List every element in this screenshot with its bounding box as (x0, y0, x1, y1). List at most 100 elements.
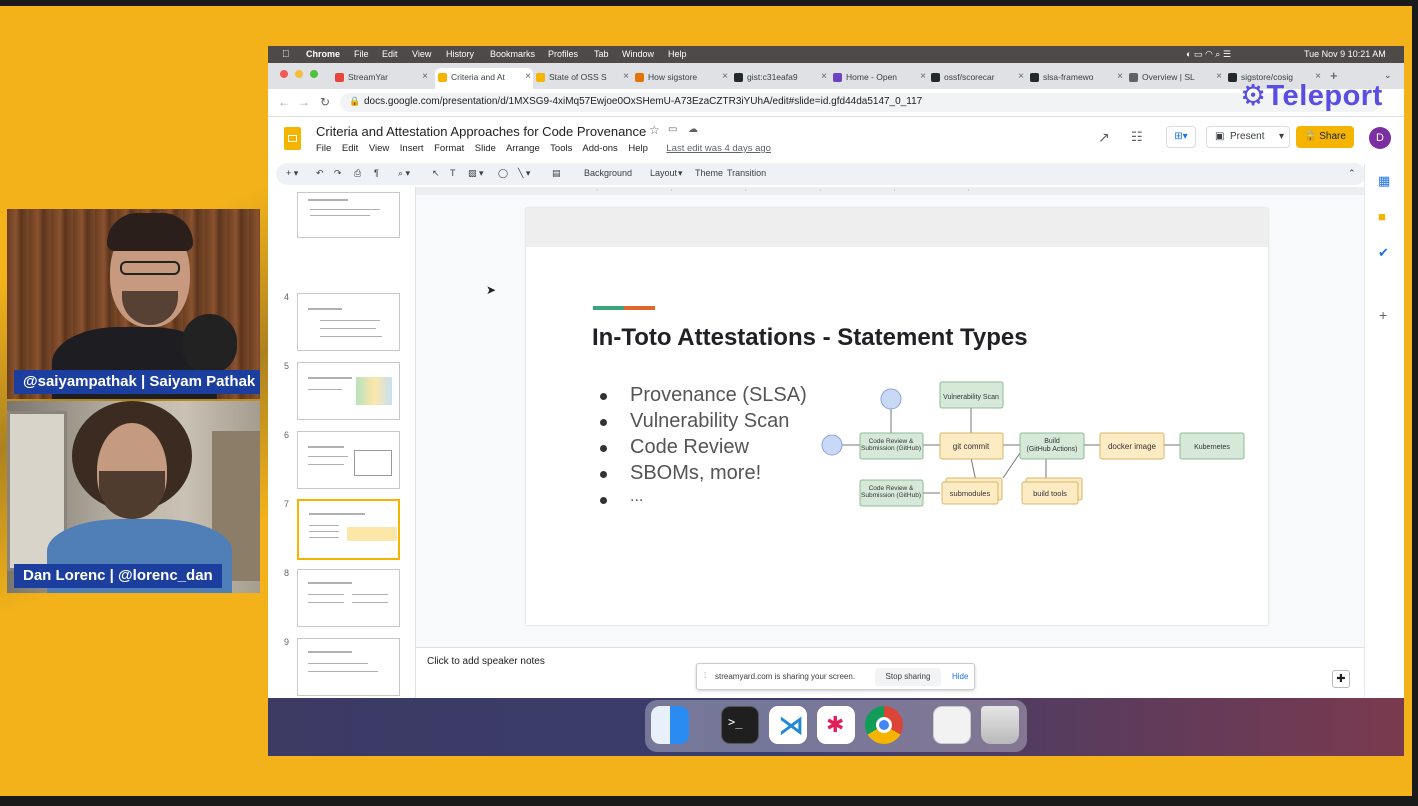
redo-icon[interactable]: ↷ (334, 168, 342, 179)
browser-tab[interactable]: slsa-framewo × (1027, 68, 1125, 89)
menubar-history[interactable]: History (446, 49, 474, 59)
window-maximize-button[interactable] (310, 70, 318, 78)
image-icon[interactable]: ▨ ▾ (468, 168, 484, 179)
hide-button[interactable]: Hide (952, 672, 968, 681)
meet-button[interactable]: ⊞▾ (1166, 126, 1196, 148)
terminal-icon[interactable]: >_ (721, 706, 759, 744)
tab-close-icon[interactable]: × (1018, 71, 1024, 82)
slide-title[interactable]: In-Toto Attestations - Statement Types (592, 324, 1028, 352)
tab-close-icon[interactable]: × (422, 71, 428, 82)
slide-thumbnail[interactable] (297, 192, 400, 238)
menu-file[interactable]: File (316, 143, 331, 154)
comments-icon[interactable]: ☷ (1131, 129, 1143, 145)
menu-slide[interactable]: Slide (475, 143, 496, 154)
layout-dropdown-icon[interactable]: ▾ (678, 168, 683, 179)
browser-tab[interactable]: State of OSS S × (533, 68, 631, 89)
back-icon[interactable]: ← (278, 95, 290, 109)
tab-close-icon[interactable]: × (1216, 71, 1222, 82)
zoom-icon[interactable]: ⌕ ▾ (398, 168, 410, 179)
slide-canvas[interactable]: In-Toto Attestations - Statement Types P… (526, 208, 1268, 625)
menu-help[interactable]: Help (628, 143, 648, 154)
print-icon[interactable]: ⎙ (354, 168, 361, 179)
present-button[interactable]: ▣ Present ▾ (1206, 126, 1290, 148)
vscode-icon[interactable]: ⋊ (769, 706, 807, 744)
menubar-profiles[interactable]: Profiles (548, 49, 578, 59)
slide-thumbnail[interactable] (297, 569, 400, 627)
chrome-icon[interactable] (865, 706, 903, 744)
layout-button[interactable]: Layout (650, 168, 677, 178)
star-icon[interactable]: ☆ (649, 123, 660, 137)
menubar-help[interactable]: Help (668, 49, 687, 59)
browser-tab[interactable]: Criteria and At × (435, 68, 533, 89)
menu-edit[interactable]: Edit (342, 143, 358, 154)
menu-view[interactable]: View (369, 143, 389, 154)
tab-close-icon[interactable]: × (525, 71, 531, 82)
menubar-window[interactable]: Window (622, 49, 654, 59)
undo-icon[interactable]: ↶ (316, 168, 324, 179)
tab-search-icon[interactable]: ⌄ (1384, 70, 1392, 81)
slides-logo-icon[interactable] (284, 127, 301, 150)
browser-tab[interactable]: StreamYar × (332, 68, 430, 89)
transition-button[interactable]: Transition (727, 168, 766, 178)
slide-thumbnail[interactable] (297, 638, 400, 696)
menubar-file[interactable]: File (354, 49, 369, 59)
menubar-bookmarks[interactable]: Bookmarks (490, 49, 535, 59)
browser-tab[interactable]: Home - Open × (830, 68, 928, 89)
menu-tools[interactable]: Tools (550, 143, 572, 154)
comment-add-icon[interactable]: ▤ (552, 168, 561, 179)
menu-format[interactable]: Format (434, 143, 464, 154)
document-title[interactable]: Criteria and Attestation Approaches for … (316, 124, 646, 139)
new-slide-icon[interactable]: + ▾ (286, 168, 298, 179)
background-button[interactable]: Background (584, 168, 632, 178)
slide-thumbnail[interactable] (297, 431, 400, 489)
slide-thumbnail-selected[interactable] (297, 499, 400, 560)
share-button[interactable]: 🔒 Share (1296, 126, 1354, 148)
user-avatar[interactable]: D (1369, 127, 1391, 149)
tab-close-icon[interactable]: × (623, 71, 629, 82)
menu-arrange[interactable]: Arrange (506, 143, 540, 154)
menubar-view[interactable]: View (412, 49, 431, 59)
line-icon[interactable]: ╲ ▾ (518, 168, 530, 179)
add-addon-icon[interactable]: + (1379, 307, 1387, 323)
tasks-icon[interactable]: ✔ (1378, 245, 1389, 261)
keep-icon[interactable]: ■ (1378, 209, 1386, 224)
tab-close-icon[interactable]: × (821, 71, 827, 82)
browser-tab[interactable]: gist:c31eafa9 × (731, 68, 829, 89)
calendar-icon[interactable]: ▦ (1378, 173, 1390, 189)
shape-icon[interactable]: ◯ (498, 168, 508, 179)
forward-icon[interactable]: → (298, 95, 310, 109)
menubar-tab[interactable]: Tab (594, 49, 609, 59)
apple-icon[interactable]:  (282, 49, 290, 60)
browser-tab[interactable]: ossf/scorecar × (928, 68, 1026, 89)
slack-icon[interactable]: ✱ (817, 706, 855, 744)
browser-tab[interactable]: Overview | SL × (1126, 68, 1224, 89)
drag-handle-icon[interactable]: ⁞ (704, 671, 706, 680)
textbox-icon[interactable]: T (450, 168, 456, 178)
collapse-icon[interactable]: ⌃ (1348, 168, 1356, 179)
menubar-edit[interactable]: Edit (382, 49, 398, 59)
menu-addons[interactable]: Add-ons (582, 143, 617, 154)
menubar-app[interactable]: Chrome (306, 49, 340, 59)
downloads-stack-icon[interactable] (933, 706, 971, 744)
paint-format-icon[interactable]: ¶ (374, 168, 379, 178)
slide-thumbnail[interactable] (297, 293, 400, 351)
tab-close-icon[interactable]: × (920, 71, 926, 82)
slide-thumbnail[interactable] (297, 362, 400, 420)
tab-close-icon[interactable]: × (1117, 71, 1123, 82)
theme-button[interactable]: Theme (695, 168, 723, 178)
url-input[interactable]: 🔒 docs.google.com/presentation/d/1MXSG9-… (340, 93, 1380, 112)
window-minimize-button[interactable] (295, 70, 303, 78)
menu-insert[interactable]: Insert (400, 143, 424, 154)
explore-icon[interactable]: ✚ (1332, 670, 1350, 688)
trash-icon[interactable] (981, 706, 1019, 744)
last-edit-link[interactable]: Last edit was 4 days ago (666, 143, 771, 154)
tab-close-icon[interactable]: × (722, 71, 728, 82)
present-dropdown-icon[interactable]: ▾ (1279, 127, 1284, 147)
reload-icon[interactable]: ↻ (320, 95, 330, 109)
finder-icon[interactable] (651, 706, 689, 744)
window-close-button[interactable] (280, 70, 288, 78)
move-folder-icon[interactable]: ▭ (668, 124, 677, 135)
select-icon[interactable]: ↖ (432, 168, 440, 179)
stop-sharing-button[interactable]: Stop sharing (875, 668, 941, 686)
browser-tab[interactable]: How sigstore × (632, 68, 730, 89)
